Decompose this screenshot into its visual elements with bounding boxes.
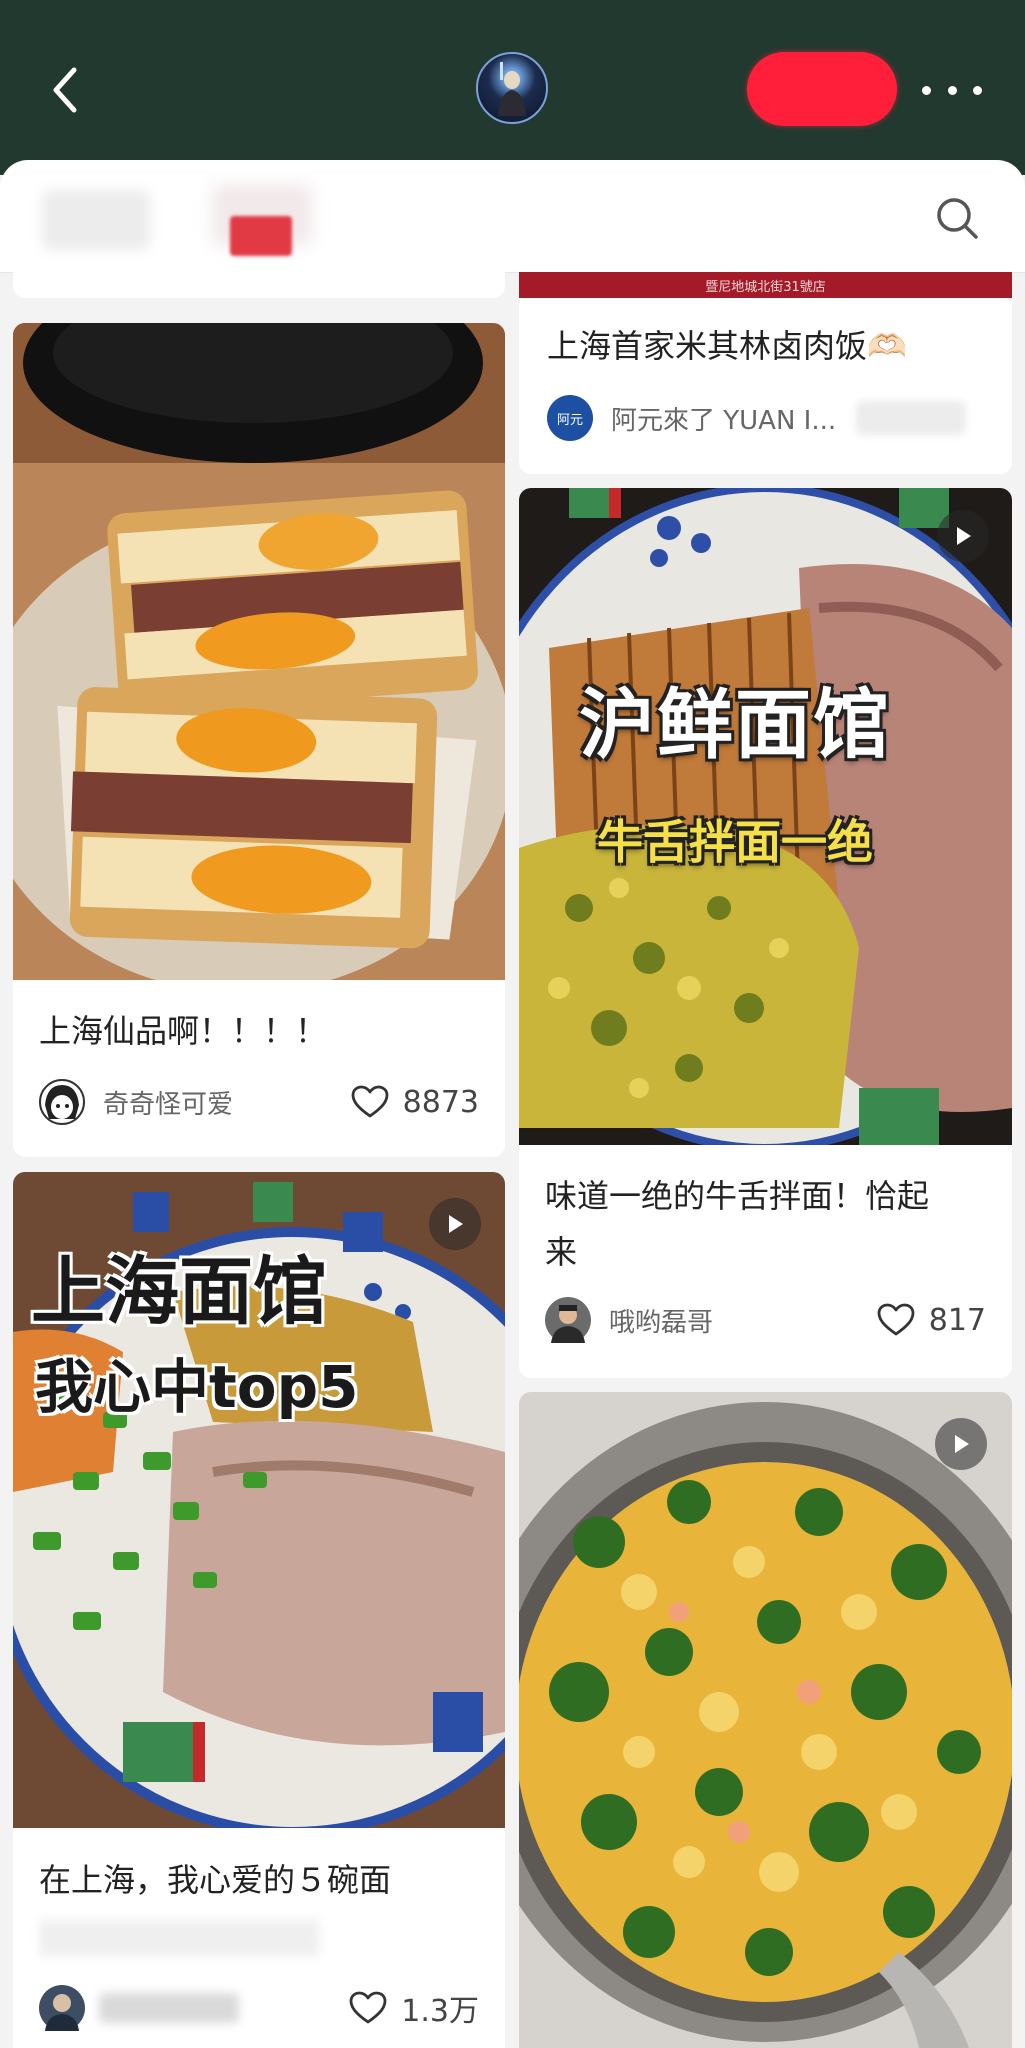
top-bar [0, 0, 1025, 175]
more-dots-icon [922, 85, 931, 95]
note-card-partial[interactable] [13, 272, 505, 298]
author-name: 哦哟磊哥 [609, 1307, 714, 1338]
card-title-line2: 来 [545, 1233, 578, 1271]
cover-strip: 暨尼地城北街31號店 [519, 272, 1012, 298]
search-icon [937, 198, 978, 239]
video-play-button[interactable] [937, 510, 989, 562]
note-card[interactable]: 暨尼地城北街31號店 上海首家米其林卤肉饭🫶🏻 阿元 阿元來了 YUAN I..… [519, 272, 1012, 474]
more-button[interactable] [922, 78, 982, 102]
author-avatar: 阿元 [547, 395, 593, 441]
note-card[interactable]: 沪鲜面馆 牛舌拌面一绝 味道一绝的牛舌拌面！恰起 来 哦哟磊哥 817 [519, 488, 1012, 1378]
back-button[interactable] [40, 62, 90, 118]
card-title: 上海首家米其林卤肉饭🫶🏻 [547, 327, 907, 365]
note-card[interactable]: 上海仙品啊！！！！ 奇奇怪可爱 8873 [13, 323, 505, 1157]
card-author[interactable]: 阿元 阿元來了 YUAN I... [547, 394, 967, 442]
cover-overlay-subtitle: 牛舌拌面一绝 [597, 815, 873, 869]
card-title: 上海仙品啊！！！！ [39, 1012, 328, 1050]
card-title-line1: 味道一绝的牛舌拌面！恰起 [545, 1177, 930, 1215]
avatar-image [551, 1305, 585, 1343]
video-play-button[interactable] [429, 1198, 481, 1250]
tab-active[interactable] [230, 216, 292, 256]
like-button[interactable]: 817 [877, 1296, 986, 1344]
follow-button[interactable] [747, 52, 897, 126]
likes-count-blurred [856, 401, 967, 435]
play-icon [955, 1435, 969, 1453]
heart-icon [877, 1303, 915, 1336]
card-author[interactable]: 奇奇怪可爱 [39, 1078, 233, 1126]
avatar-image [45, 1994, 79, 2031]
author-name: 奇奇怪可爱 [103, 1089, 234, 1120]
card-author[interactable] [39, 1984, 239, 2032]
author-avatar [39, 1079, 85, 1125]
likes-count: 1.3万 [401, 1994, 479, 2029]
author-avatar[interactable] [476, 52, 548, 124]
likes-count: 817 [928, 1302, 986, 1338]
like-button[interactable]: 8873 [351, 1078, 479, 1126]
author-name: 阿元來了 YUAN I... [611, 405, 837, 436]
card-author[interactable]: 哦哟磊哥 [545, 1296, 713, 1344]
card-title: 在上海，我心爱的５碗面 [39, 1861, 392, 1899]
avatar-image [498, 62, 526, 116]
likes-count: 8873 [402, 1084, 479, 1120]
tab-blurred[interactable] [42, 190, 150, 250]
chevron-left-icon [53, 67, 77, 113]
author-avatar [545, 1297, 591, 1343]
cover-image [519, 1392, 1012, 2048]
play-icon [957, 527, 971, 545]
address-text: 暨尼地城北街31號店 [705, 279, 826, 295]
author-avatar [39, 1985, 85, 2031]
heart-icon [351, 1085, 389, 1118]
play-icon [449, 1215, 463, 1233]
heart-icon [349, 1991, 387, 2024]
note-card[interactable]: 上海面馆 我心中top5 在上海，我心爱的５碗面 1.3万 [13, 1172, 505, 2048]
cover-overlay-subtitle: 我心中top5 [35, 1353, 359, 1421]
avatar-image [45, 1085, 79, 1119]
cover-overlay-title: 上海面馆 [31, 1249, 327, 1335]
cover-overlay-title: 沪鲜面馆 [579, 680, 891, 769]
search-button[interactable] [935, 196, 979, 240]
author-name-blurred [99, 1993, 239, 2023]
note-card[interactable] [519, 1392, 1012, 2048]
title-second-line-blurred [39, 1920, 319, 1956]
cover-image [13, 323, 505, 980]
tab-bar [0, 160, 1025, 273]
avatar-text: 阿元 [556, 412, 583, 428]
video-play-button[interactable] [935, 1418, 987, 1470]
like-button[interactable]: 1.3万 [349, 1984, 479, 2032]
